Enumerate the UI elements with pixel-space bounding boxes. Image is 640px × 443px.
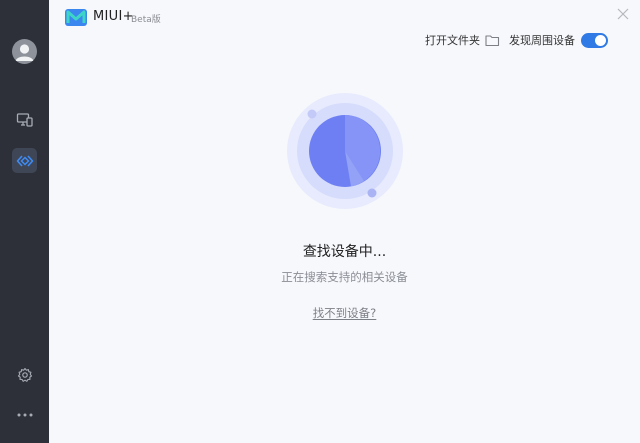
- settings-button[interactable]: [12, 362, 37, 387]
- folder-icon: [485, 34, 500, 46]
- discover-devices-label: 发现周围设备: [509, 34, 575, 47]
- cannot-find-device-link[interactable]: 找不到设备?: [49, 305, 640, 321]
- search-status-subtitle: 正在搜索支持的相关设备: [281, 270, 408, 284]
- user-avatar-icon: [15, 44, 34, 61]
- connect-diamond-icon: [16, 154, 33, 167]
- discover-devices-toggle-row: 发现周围设备: [509, 31, 608, 49]
- more-dots-icon: [17, 413, 32, 416]
- avatar[interactable]: [12, 39, 37, 64]
- main-panel: MIUI+ Beta版 打开文件夹 发现周围设备 查找设备中... 正在搜索支持…: [49, 0, 640, 443]
- discover-devices-toggle[interactable]: [581, 32, 608, 48]
- open-folder-label: 打开文件夹: [425, 34, 480, 47]
- toggle-knob: [595, 34, 606, 46]
- sidebar-item-devices[interactable]: [12, 107, 37, 132]
- title-bar: MIUI+ Beta版: [49, 0, 640, 34]
- sidebar: [0, 0, 49, 443]
- beta-badge: Beta版: [131, 15, 161, 25]
- search-status-title: 查找设备中...: [302, 244, 387, 260]
- gear-icon: [17, 367, 32, 382]
- open-folder-button[interactable]: 打开文件夹: [425, 31, 500, 49]
- radar-scan-graphic: [287, 93, 403, 209]
- monitor-phone-icon: [16, 112, 33, 127]
- miui-logo: [65, 9, 87, 26]
- sidebar-item-connect[interactable]: [12, 148, 37, 173]
- more-button[interactable]: [12, 402, 37, 427]
- close-icon[interactable]: [616, 7, 630, 21]
- app-name: MIUI+: [93, 9, 134, 24]
